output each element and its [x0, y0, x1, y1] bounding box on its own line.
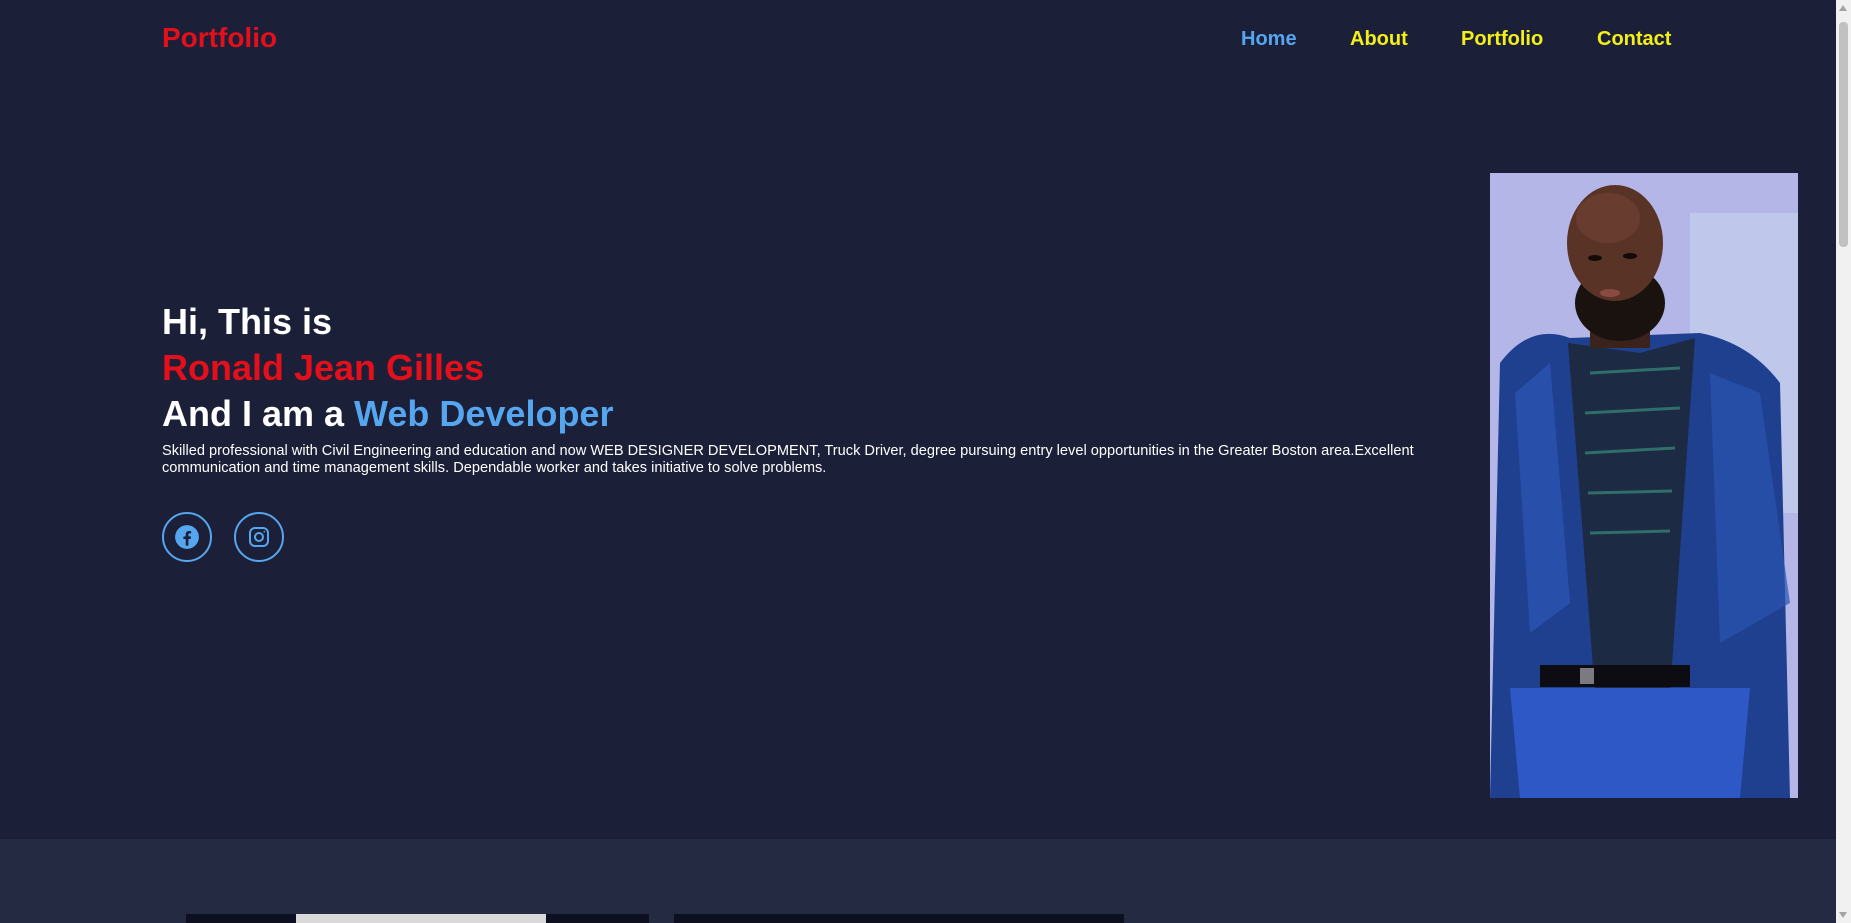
hero-section: Hi, This is Ronald Jean Gilles And I am …	[0, 78, 1836, 839]
hero-role-prefix: And I am a	[162, 393, 355, 434]
site-header: Portfolio Home About Portfolio Contact	[0, 0, 1836, 78]
nav-home-link[interactable]: Home	[1241, 28, 1297, 51]
page-scrollbar[interactable]	[1836, 0, 1851, 923]
hero-greeting: Hi, This is	[162, 301, 333, 342]
scroll-down-arrow-icon[interactable]	[1839, 912, 1847, 918]
hero-text: Hi, This is Ronald Jean Gilles And I am …	[162, 299, 1462, 477]
site-logo[interactable]: Portfolio	[162, 22, 277, 54]
hero-role-line: And I am a Web Developer	[162, 391, 1462, 437]
instagram-link[interactable]	[234, 512, 284, 562]
hero-name: Ronald Jean Gilles	[162, 347, 485, 388]
nav-portfolio-link[interactable]: Portfolio	[1461, 28, 1543, 51]
portfolio-card-image	[296, 914, 546, 923]
hero-description: Skilled professional with Civil Engineer…	[162, 443, 1414, 476]
facebook-icon	[175, 525, 199, 549]
scrollbar-thumb[interactable]	[1839, 22, 1848, 247]
instagram-icon	[249, 527, 269, 547]
scroll-up-arrow-icon[interactable]	[1839, 5, 1847, 11]
nav-about-link[interactable]: About	[1350, 28, 1408, 51]
portfolio-card[interactable]	[186, 914, 649, 923]
portfolio-card[interactable]	[674, 914, 1124, 923]
portfolio-section	[0, 839, 1836, 923]
profile-photo	[1490, 173, 1798, 798]
hero-role: Web Developer	[354, 393, 614, 434]
facebook-link[interactable]	[162, 512, 212, 562]
profile-photo-illustration	[1490, 173, 1798, 798]
nav-contact-link[interactable]: Contact	[1597, 28, 1671, 51]
